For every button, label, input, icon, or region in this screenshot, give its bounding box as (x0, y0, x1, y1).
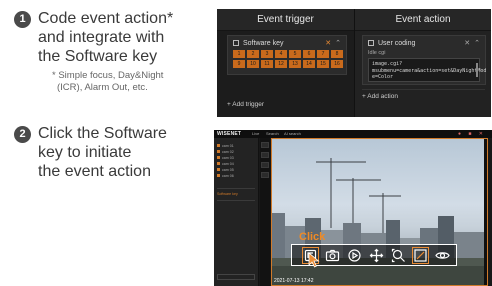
step-1-note-line: * Simple focus, Day&Night (52, 70, 164, 81)
menu-search[interactable]: Search (266, 131, 279, 136)
software-key[interactable]: 13 (289, 60, 301, 68)
step-1-note: * Simple focus, Day&Night (ICR), Alarm O… (52, 70, 227, 94)
step-2-title-line: Click the Software (38, 125, 167, 142)
click-annotation: Click (299, 231, 326, 243)
thumbnail[interactable] (261, 152, 269, 158)
step-1-title-line: Code event action* (38, 10, 174, 27)
device-tree-sidebar: cam 01 cam 02 cam 03 cam 04 cam 05 cam 0… (214, 138, 259, 286)
user-coding-input[interactable]: image.cgi? msubmenu=camera&action=set&Da… (368, 58, 486, 82)
step-2: 2 Click the Software key to initiate the… (14, 124, 218, 181)
software-key[interactable]: 10 (247, 60, 259, 68)
software-key[interactable]: 5 (289, 50, 301, 58)
playback-icon[interactable] (347, 248, 362, 263)
add-trigger-button[interactable]: + Add trigger (227, 101, 264, 108)
thumbnail-strip (260, 138, 270, 286)
step-1-title-line: and integrate with (38, 29, 165, 46)
step-1: 1 Code event action* and integrate with … (14, 9, 227, 94)
software-key[interactable]: 15 (317, 60, 329, 68)
software-key[interactable]: 2 (247, 50, 259, 58)
chevron-up-icon[interactable]: ⌃ (335, 40, 341, 47)
menu-live[interactable]: Live (252, 131, 259, 136)
tree-item[interactable]: cam 02 (217, 150, 234, 154)
checkbox-icon[interactable] (233, 40, 239, 46)
software-key[interactable]: 11 (261, 60, 273, 68)
software-key[interactable]: 14 (303, 60, 315, 68)
close-icon[interactable]: ✕ (325, 40, 331, 47)
thumbnail[interactable] (261, 162, 269, 168)
user-coding-card-title: User coding (368, 40, 415, 47)
add-action-button[interactable]: + Add action (362, 93, 398, 100)
card-controls: ✕ ⌃ (325, 39, 341, 47)
camera-icon (217, 150, 220, 153)
step-2-title-line: key to initiate (38, 144, 132, 161)
tree-item[interactable]: cam 06 (217, 174, 234, 178)
event-action-header: Event action (355, 9, 491, 31)
event-action-column: Event action User coding ✕ ⌃ Idle cgi ima… (354, 9, 491, 117)
software-key-tag[interactable]: Software key (217, 192, 238, 196)
digital-zoom-icon[interactable] (391, 248, 406, 263)
divider (217, 200, 255, 201)
thumbnail[interactable] (261, 142, 269, 148)
close-icon[interactable]: ✕ (464, 40, 470, 47)
step-2-title: Click the Software key to initiate the e… (38, 124, 218, 181)
tree-item[interactable]: cam 04 (217, 162, 234, 166)
tree-item[interactable]: cam 01 (217, 144, 234, 148)
software-key[interactable]: 3 (261, 50, 273, 58)
software-key[interactable]: 8 (331, 50, 343, 58)
software-key-card: Software key ✕ ⌃ 1 2 3 4 5 6 7 8 9 10 11 … (227, 35, 347, 75)
user-coding-field-label: Idle cgi (368, 50, 386, 56)
step-2-title-line: the event action (38, 163, 151, 180)
mouse-cursor-icon (308, 252, 320, 268)
camera-icon (217, 168, 220, 171)
brand-logo: WISENET (217, 131, 242, 137)
tree-item[interactable]: cam 05 (217, 168, 234, 172)
software-key[interactable]: 12 (275, 60, 287, 68)
event-trigger-header: Event trigger (217, 9, 354, 31)
event-trigger-column: Event trigger Software key ✕ ⌃ 1 2 3 4 5 … (217, 9, 354, 117)
step-1-title-line: the Software key (38, 48, 158, 65)
camera-icon (217, 144, 220, 147)
chevron-up-icon[interactable]: ⌃ (474, 40, 480, 47)
code-icon (368, 40, 374, 46)
software-key[interactable]: 1 (233, 50, 245, 58)
step-1-number: 1 (14, 11, 31, 28)
thumbnail[interactable] (261, 172, 269, 178)
window-controls[interactable]: ● ■ ✕ (458, 131, 486, 137)
camera-icon (217, 162, 220, 165)
software-key[interactable]: 6 (303, 50, 315, 58)
video-side-strip (484, 138, 488, 286)
menu-ai-search[interactable]: AI search (284, 131, 301, 136)
software-key[interactable]: 7 (317, 50, 329, 58)
software-key-card-title: Software key (233, 40, 283, 47)
scrollbar[interactable] (476, 63, 478, 77)
divider (362, 89, 485, 90)
user-coding-card: User coding ✕ ⌃ Idle cgi image.cgi? msubm… (362, 35, 486, 85)
code-line: e=Color (372, 74, 394, 80)
user-coding-title-text: User coding (378, 40, 416, 47)
camera-icon (217, 174, 220, 177)
sidebar-search-input[interactable] (217, 274, 255, 280)
step-2-number: 2 (14, 126, 31, 143)
visibility-icon[interactable] (435, 248, 450, 263)
tree-item[interactable]: cam 03 (217, 156, 234, 160)
software-key-title-text: Software key (243, 40, 284, 47)
aspect-ratio-icon[interactable] (412, 247, 429, 264)
software-key[interactable]: 4 (275, 50, 287, 58)
software-key[interactable]: 16 (331, 60, 343, 68)
step-1-title: Code event action* and integrate with th… (38, 9, 218, 66)
video-timestamp: 2021-07-13 17:42 (274, 278, 314, 284)
card-controls: ✕ ⌃ (464, 39, 480, 47)
software-key[interactable]: 9 (233, 60, 245, 68)
snapshot-icon[interactable] (325, 248, 340, 263)
event-config-panel: Event trigger Software key ✕ ⌃ 1 2 3 4 5 … (217, 9, 491, 117)
camera-icon (217, 156, 220, 159)
software-key-grid: 1 2 3 4 5 6 7 8 9 10 11 12 13 14 15 16 (233, 50, 343, 68)
divider (217, 188, 255, 189)
ptz-move-icon[interactable] (369, 248, 384, 263)
step-1-note-line: (ICR), Alarm Out, etc. (57, 82, 148, 93)
viewer-top-bar: WISENET Live Search AI search ● ■ ✕ (214, 130, 492, 138)
